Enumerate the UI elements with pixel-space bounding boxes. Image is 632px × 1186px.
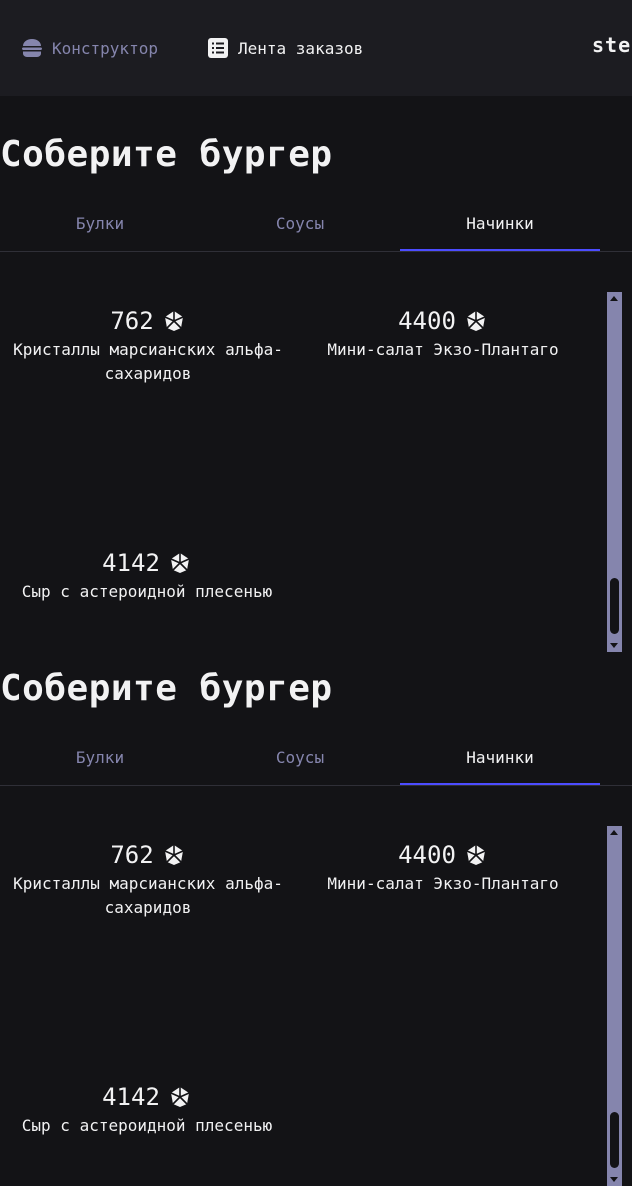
- list-icon: [208, 38, 228, 58]
- ingredient-price: 4400: [296, 840, 590, 870]
- ingredient-name: Сыр с астероидной плесенью: [21, 1116, 273, 1135]
- tab-fillings[interactable]: Начинки: [400, 203, 600, 251]
- currency-icon: [466, 845, 486, 865]
- price-value: 4142: [102, 1083, 160, 1111]
- app-header: Конструктор Лента заказов ste: [0, 0, 632, 96]
- nav-constructor-label: Конструктор: [52, 38, 158, 58]
- price-value: 4142: [102, 549, 160, 577]
- burger-constructor-section: Соберите бургер Булки Соусы Начинки 762 …: [0, 118, 632, 652]
- nav-constructor[interactable]: Конструктор: [20, 36, 158, 60]
- price-value: 762: [110, 841, 154, 869]
- ingredient-tabs: Булки Соусы Начинки: [0, 203, 632, 252]
- ingredient-card[interactable]: 762 Кристаллы марсианских альфа-сахаридо…: [0, 306, 296, 386]
- tab-buns[interactable]: Булки: [0, 203, 200, 251]
- ingredient-card[interactable]: 762 Кристаллы марсианских альфа-сахаридо…: [0, 840, 296, 920]
- ingredient-card[interactable]: 4142 Сыр с астероидной плесенью: [0, 548, 294, 604]
- scroll-up-icon[interactable]: [610, 830, 618, 835]
- scroll-down-icon[interactable]: [610, 1177, 618, 1182]
- tab-sauces[interactable]: Соусы: [200, 203, 400, 251]
- logo[interactable]: ste: [592, 33, 631, 57]
- currency-icon: [170, 553, 190, 573]
- price-value: 4400: [398, 841, 456, 869]
- page-title: Соберите бургер: [0, 668, 333, 709]
- nav-order-feed[interactable]: Лента заказов: [206, 36, 363, 60]
- ingredient-card[interactable]: 4142 Сыр с астероидной плесенью: [0, 1082, 294, 1138]
- ingredient-card[interactable]: 4400 Мини-салат Экзо-Плантаго: [296, 306, 590, 362]
- ingredient-name: Кристаллы марсианских альфа-сахаридов: [13, 340, 283, 383]
- burger-constructor-section: Соберите бургер Булки Соусы Начинки 762 …: [0, 652, 632, 1186]
- burger-icon: [22, 39, 42, 57]
- ingredient-price: 762: [0, 840, 296, 870]
- ingredient-name: Кристаллы марсианских альфа-сахаридов: [13, 874, 283, 917]
- ingredient-name: Мини-салат Экзо-Плантаго: [327, 340, 559, 359]
- tab-fillings[interactable]: Начинки: [400, 737, 600, 785]
- ingredient-price: 762: [0, 306, 296, 336]
- scroll-up-icon[interactable]: [610, 296, 618, 301]
- ingredient-card[interactable]: 4400 Мини-салат Экзо-Плантаго: [296, 840, 590, 896]
- currency-icon: [466, 311, 486, 331]
- currency-icon: [164, 845, 183, 865]
- scrollbar-thumb[interactable]: [610, 578, 619, 634]
- tab-sauces[interactable]: Соусы: [200, 737, 400, 785]
- ingredient-name: Мини-салат Экзо-Плантаго: [327, 874, 559, 893]
- ingredient-price: 4142: [0, 1082, 294, 1112]
- scrollbar[interactable]: [607, 292, 622, 652]
- scroll-down-icon[interactable]: [610, 643, 618, 648]
- ingredient-price: 4400: [296, 306, 590, 336]
- ingredient-list: 762 Кристаллы марсианских альфа-сахаридо…: [0, 292, 632, 652]
- page-title: Соберите бургер: [0, 134, 333, 175]
- scrollbar-thumb[interactable]: [610, 1112, 619, 1168]
- ingredient-tabs: Булки Соусы Начинки: [0, 737, 632, 786]
- ingredient-list: 762 Кристаллы марсианских альфа-сахаридо…: [0, 826, 632, 1186]
- currency-icon: [164, 311, 183, 331]
- scrollbar[interactable]: [607, 826, 622, 1186]
- currency-icon: [170, 1087, 190, 1107]
- ingredient-name: Сыр с астероидной плесенью: [21, 582, 273, 601]
- price-value: 762: [110, 307, 154, 335]
- ingredient-price: 4142: [0, 548, 294, 578]
- nav-order-feed-label: Лента заказов: [238, 38, 364, 58]
- tab-buns[interactable]: Булки: [0, 737, 200, 785]
- price-value: 4400: [398, 307, 456, 335]
